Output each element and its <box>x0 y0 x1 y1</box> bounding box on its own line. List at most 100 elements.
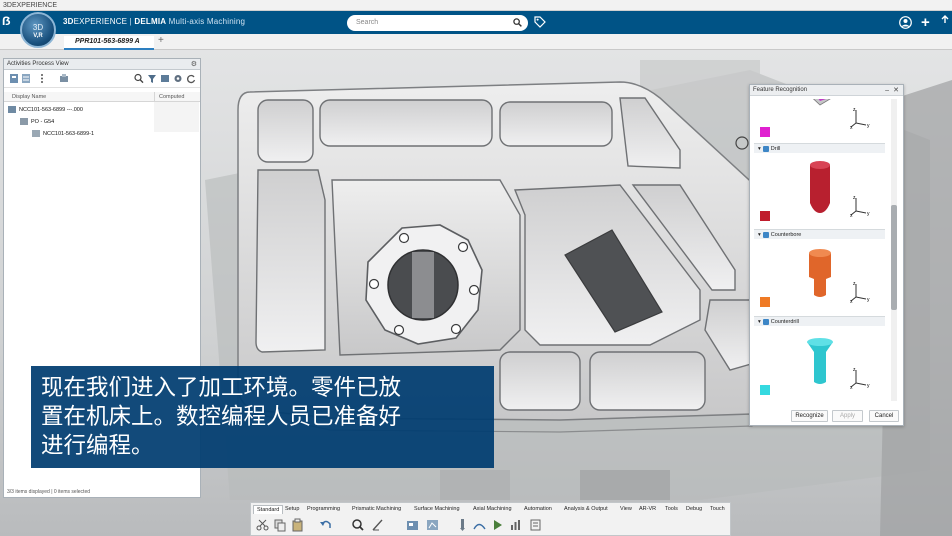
cut-icon[interactable] <box>256 518 269 532</box>
recognize-button[interactable]: Recognize <box>791 410 828 422</box>
compass-mark: 3D <box>32 23 44 32</box>
axis-y-label: y <box>867 123 870 129</box>
search-tree-icon[interactable] <box>134 73 144 84</box>
action-bar: Standard Setup Programming Prismatic Mac… <box>250 502 731 536</box>
ds-logo-icon[interactable]: ẞ <box>2 14 11 28</box>
list-view-icon[interactable] <box>21 73 31 84</box>
checkbox-icon[interactable] <box>762 318 769 325</box>
machining-setup-icon[interactable] <box>406 518 419 532</box>
search-icon[interactable] <box>513 18 522 27</box>
tab-view[interactable]: View <box>620 505 632 514</box>
user-icon[interactable] <box>899 16 912 29</box>
filter-icon[interactable] <box>147 73 157 84</box>
settings-icon[interactable] <box>173 73 183 84</box>
tab-touch[interactable]: Touch <box>710 505 725 514</box>
measure-icon[interactable] <box>371 518 384 532</box>
analysis-icon[interactable] <box>509 518 522 532</box>
app-brand: 3DEXPERIENCE | DELMIA Multi-axis Machini… <box>63 17 245 26</box>
column-display-name[interactable]: Display Name <box>4 92 154 102</box>
tab-axial-machining[interactable]: Axial Machining <box>473 505 512 514</box>
group-label: Drill <box>770 146 781 152</box>
axis-triad-icon: zyx <box>850 195 870 217</box>
tree-node-label: PO - G54 <box>31 119 55 125</box>
copy-icon[interactable] <box>273 518 286 532</box>
tab-automation[interactable]: Automation <box>524 505 552 514</box>
more-options-icon[interactable] <box>37 73 47 84</box>
tab-debug[interactable]: Debug <box>686 505 702 514</box>
dialog-title: Feature Recognition <box>753 87 808 93</box>
axis-y-label: y <box>867 297 870 303</box>
machine-icon[interactable] <box>59 73 69 84</box>
compass-icon[interactable]: 3D V,R <box>20 12 56 48</box>
refresh-icon[interactable] <box>186 73 196 84</box>
axis-triad-icon: zyx <box>850 367 870 389</box>
compass-version: V,R <box>33 33 43 39</box>
tab-document[interactable]: PPR101-563-6899 A <box>64 36 154 50</box>
panel-status: 3/3 items displayed | 0 items selected <box>7 489 91 495</box>
tree-node-program[interactable]: NCC101-563-6899-1 <box>32 129 94 140</box>
minimize-icon[interactable]: – <box>885 85 889 96</box>
tree-node-root[interactable]: NCC101-563-6899 ---.000 <box>8 105 83 116</box>
expand-icon[interactable] <box>160 73 170 84</box>
subtitle-line: 进行编程。 <box>41 433 154 458</box>
group-header-counterdrill[interactable]: ▾ Counterdrill <box>754 316 885 326</box>
video-subtitle: 现在我们进入了加工环境。零件已放 置在机床上。数控编程人员已准备好 进行编程。 <box>31 366 494 468</box>
toolpath-icon[interactable] <box>473 518 486 532</box>
tree-node-part-operation[interactable]: PO - G54 <box>20 117 54 128</box>
feature-color-swatch <box>760 297 770 307</box>
tag-icon[interactable] <box>534 16 546 28</box>
checkbox-icon[interactable] <box>762 145 769 152</box>
feature-color-swatch <box>760 211 770 221</box>
tab-tools[interactable]: Tools <box>665 505 678 514</box>
close-icon[interactable]: ✕ <box>893 85 899 96</box>
brand-module: Multi-axis Machining <box>168 17 246 26</box>
brand-experience: EXPERIENCE <box>73 17 128 26</box>
tab-setup[interactable]: Setup <box>285 505 299 514</box>
activities-toolbar <box>4 70 200 88</box>
scrollbar-thumb[interactable] <box>891 205 897 310</box>
search-input[interactable]: Search <box>347 15 528 31</box>
tree-view-icon[interactable] <box>9 73 19 84</box>
add-tab-button[interactable]: + <box>158 35 164 46</box>
search-icon[interactable] <box>351 518 364 532</box>
apply-button[interactable]: Apply <box>832 410 863 422</box>
brand-app: DELMIA <box>134 17 167 26</box>
add-icon[interactable]: + <box>921 14 930 31</box>
output-icon[interactable] <box>529 518 542 532</box>
share-icon[interactable] <box>940 15 950 27</box>
axis-triad-icon: zyx <box>850 281 870 303</box>
tab-standard[interactable]: Standard <box>253 505 284 514</box>
feature-recognition-dialog[interactable]: Feature Recognition – ✕ zyx ▾ Drill zyx ▾… <box>749 84 904 426</box>
feature-list[interactable]: zyx ▾ Drill zyx ▾ Counterbore zyx ▾ Counter… <box>754 99 891 401</box>
subtitle-line: 置在机床上。数控编程人员已准备好 <box>41 404 402 429</box>
tool-icon[interactable] <box>456 518 469 532</box>
axis-y-label: y <box>867 383 870 389</box>
axis-y-label: y <box>867 211 870 217</box>
tab-surface-machining[interactable]: Surface Machining <box>414 505 460 514</box>
cancel-button[interactable]: Cancel <box>869 410 899 422</box>
gear-icon[interactable]: ⚙ <box>191 60 197 68</box>
search-placeholder: Search <box>356 19 379 26</box>
part-operation-icon[interactable] <box>426 518 439 532</box>
activities-panel-title: Activities Process View <box>4 59 200 70</box>
column-computed[interactable]: Computed <box>154 92 200 102</box>
computed-column-area <box>154 102 199 132</box>
feature-color-swatch <box>760 385 770 395</box>
part-operation-icon <box>20 118 28 126</box>
group-header-counterbore[interactable]: ▾ Counterbore <box>754 229 885 239</box>
tab-ar-vr[interactable]: AR-VR <box>639 505 656 514</box>
paste-icon[interactable] <box>291 518 304 532</box>
simulation-icon[interactable] <box>491 518 504 532</box>
feature-color-swatch <box>760 127 770 137</box>
checkbox-icon[interactable] <box>762 231 769 238</box>
undo-icon[interactable] <box>319 518 332 532</box>
tab-analysis-output[interactable]: Analysis & Output <box>564 505 608 514</box>
axis-triad-icon: zyx <box>850 107 870 129</box>
program-icon <box>32 130 40 138</box>
subtitle-line: 现在我们进入了加工环境。零件已放 <box>41 375 402 400</box>
group-header-drill[interactable]: ▾ Drill <box>754 143 885 153</box>
group-label: Counterdrill <box>770 319 799 325</box>
tab-programming[interactable]: Programming <box>307 505 340 514</box>
group-label: Counterbore <box>770 232 802 238</box>
tab-prismatic-machining[interactable]: Prismatic Machining <box>352 505 401 514</box>
